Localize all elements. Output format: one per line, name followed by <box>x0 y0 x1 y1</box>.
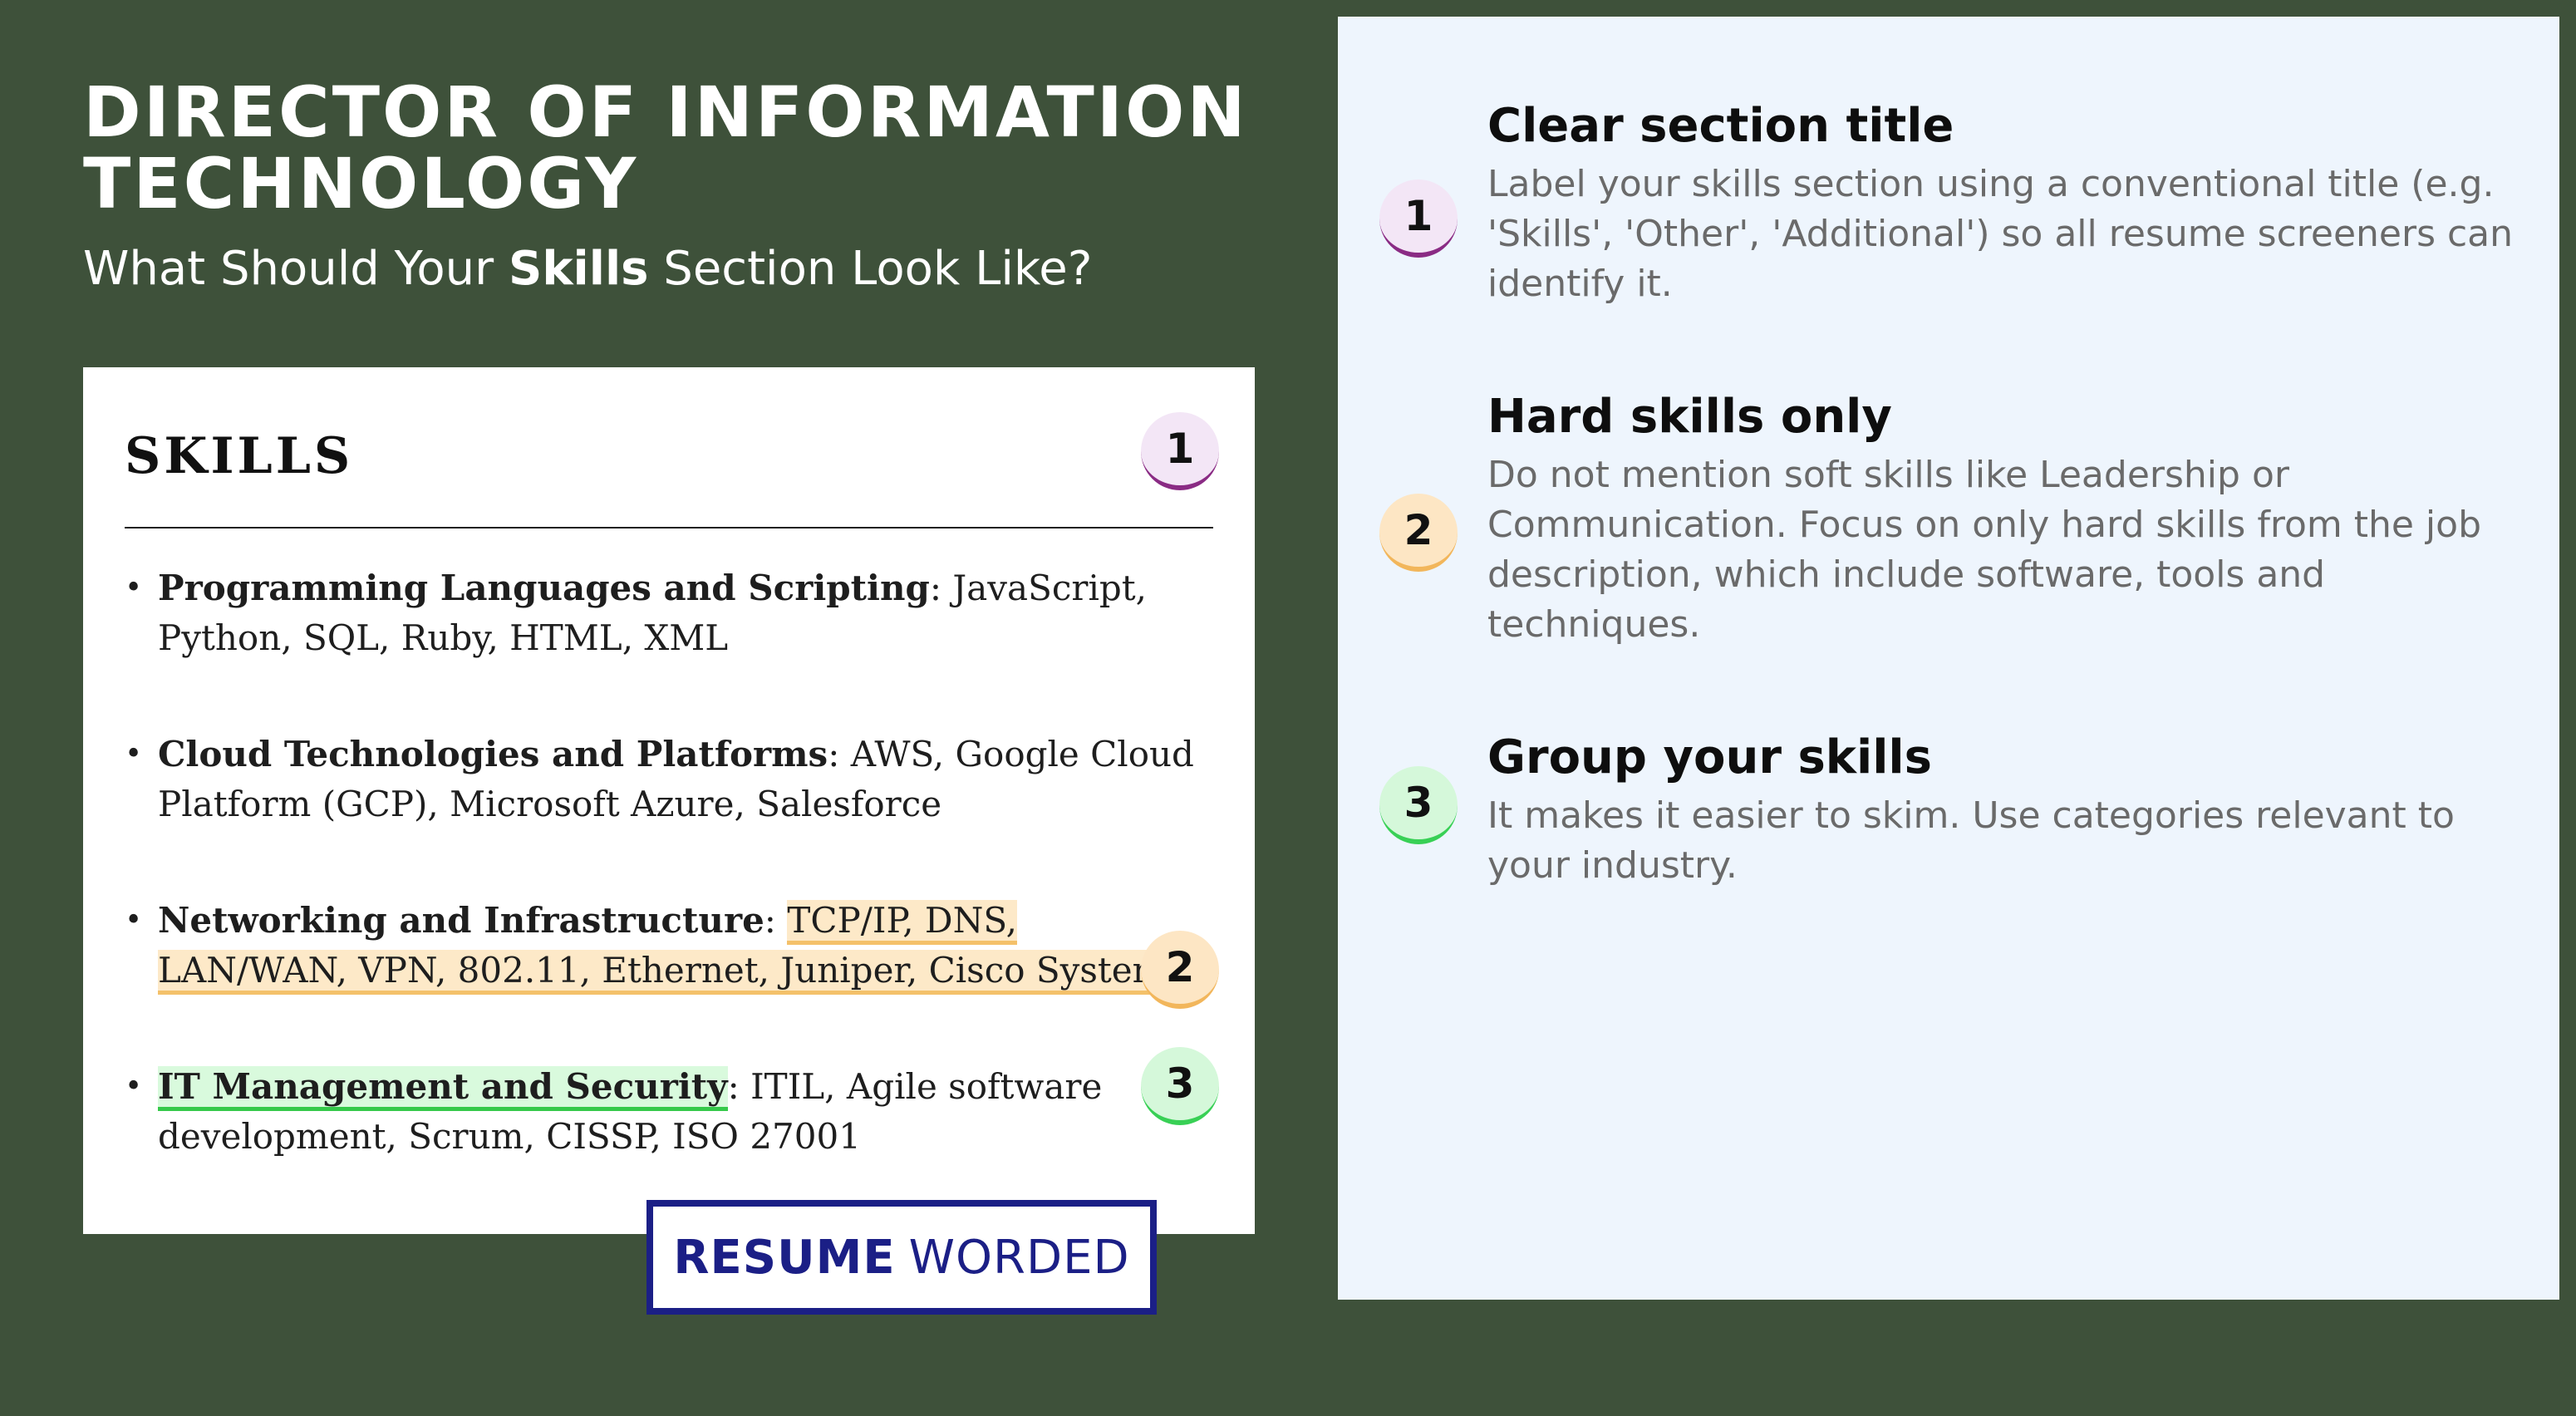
badge-1: 1 <box>1379 179 1458 258</box>
badge-1: 1 <box>1141 412 1219 490</box>
skill-item-cloud: • Cloud Technologies and Platforms: AWS,… <box>125 730 1197 829</box>
subtitle-prefix: What Should Your <box>83 242 509 296</box>
tip-body: Label your skills section using a conven… <box>1487 163 2514 305</box>
skill-item-networking: • Networking and Infrastructure: TCP/IP,… <box>125 896 1197 996</box>
tip-title: Clear section title <box>1487 99 1954 153</box>
resume-worded-logo: RESUME WORDED <box>646 1200 1157 1315</box>
bullet: • <box>125 1069 143 1104</box>
skill-item-it-management: • IT Management and Security: ITIL, Agil… <box>125 1062 1197 1162</box>
skill-category: Programming Languages and Scripting <box>158 568 930 608</box>
page-title: DIRECTOR OF INFORMATION TECHNOLOGY <box>83 71 1248 224</box>
skill-category: Networking and Infrastructure <box>158 900 764 941</box>
skill-category: Cloud Technologies and Platforms <box>158 734 828 774</box>
tip-body: Do not mention soft skills like Leadersh… <box>1487 454 2481 646</box>
logo-bold: RESUME <box>673 1230 896 1285</box>
separator: : <box>929 568 953 608</box>
separator: : <box>727 1066 751 1107</box>
bullet: • <box>125 571 143 605</box>
subtitle-emphasis: Skills <box>508 242 649 296</box>
tip-title: Hard skills only <box>1487 390 1892 444</box>
bullet: • <box>125 737 143 771</box>
page-subtitle: What Should Your Skills Section Look Lik… <box>83 239 1092 299</box>
skill-item-programming: • Programming Languages and Scripting: J… <box>125 563 1197 663</box>
bullet: • <box>125 903 143 937</box>
separator: : <box>828 734 851 774</box>
highlighted-category: IT Management and Security <box>158 1066 728 1111</box>
badge-2: 2 <box>1379 494 1458 572</box>
tip-body: It makes it easier to skim. Use categori… <box>1487 794 2455 887</box>
badge-3: 3 <box>1379 766 1458 844</box>
skills-heading: SKILLS <box>125 427 354 485</box>
section-divider <box>125 527 1213 529</box>
badge-3: 3 <box>1141 1047 1219 1125</box>
resume-skills-card: SKILLS 1 • Programming Languages and Scr… <box>83 367 1255 1234</box>
subtitle-suffix: Section Look Like? <box>648 242 1093 296</box>
logo-light: WORDED <box>908 1230 1130 1285</box>
separator: : <box>764 900 788 941</box>
badge-2: 2 <box>1141 931 1219 1009</box>
tips-panel: Clear section title 1 Label your skills … <box>1338 17 2559 1300</box>
tip-title: Group your skills <box>1487 730 1932 784</box>
